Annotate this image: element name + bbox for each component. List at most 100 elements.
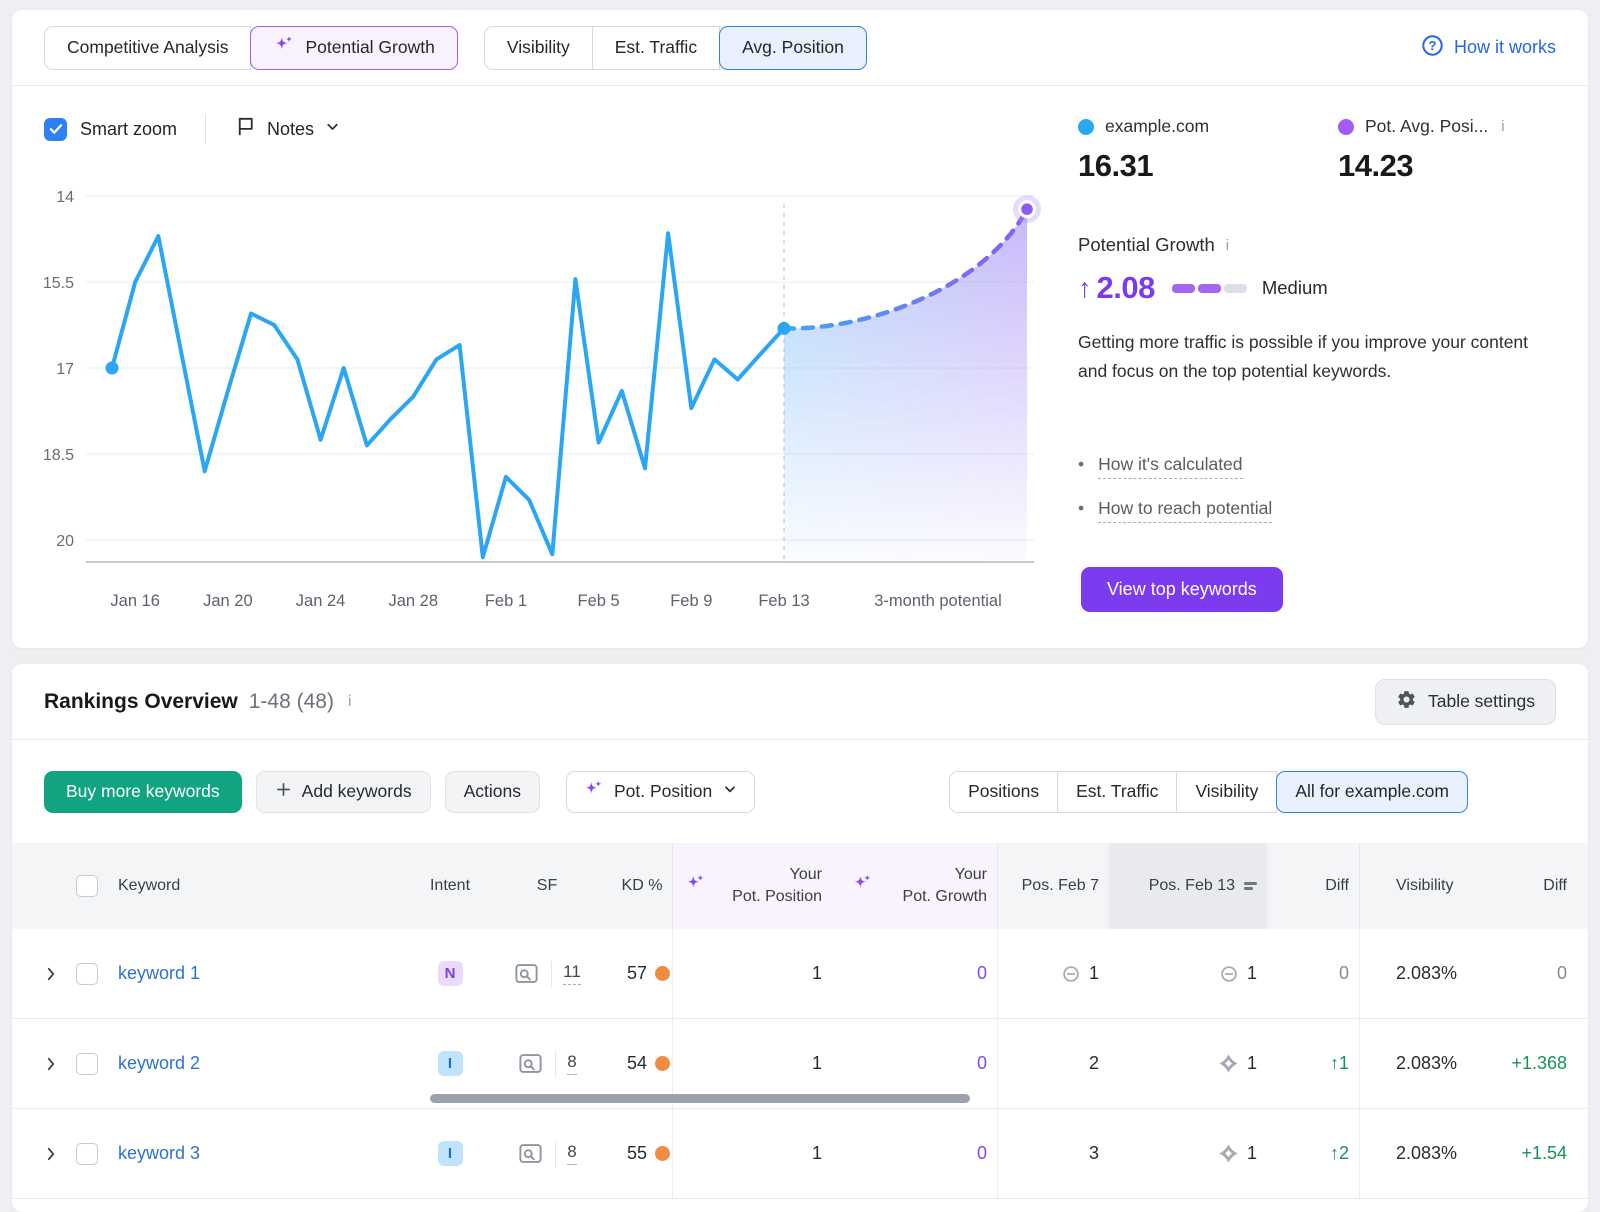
svg-text:14: 14 xyxy=(56,189,74,206)
info-icon[interactable]: i xyxy=(1224,237,1229,254)
kd-level-dot xyxy=(655,1056,670,1071)
info-icon[interactable]: i xyxy=(1499,118,1504,135)
svg-text:3-month potential: 3-month potential xyxy=(874,592,1002,610)
rankings-table: Keyword Intent SF KD % YourPot. Position… xyxy=(12,843,1588,1199)
tab-competitive-analysis[interactable]: Competitive Analysis xyxy=(44,26,251,70)
serp-features-icon[interactable] xyxy=(517,1050,544,1077)
rankings-range: 1-48 (48) xyxy=(249,690,334,714)
row-checkbox[interactable] xyxy=(76,1053,98,1075)
svg-text:Feb 9: Feb 9 xyxy=(670,592,712,610)
add-keywords-button[interactable]: Add keywords xyxy=(256,771,431,813)
growth-level-label: Medium xyxy=(1262,277,1328,299)
gear-icon xyxy=(1396,689,1417,715)
expand-row-icon[interactable] xyxy=(42,965,60,983)
col-pos-feb-13[interactable]: Pos. Feb 13 xyxy=(1109,843,1267,929)
table-settings-button[interactable]: Table settings xyxy=(1375,679,1556,725)
serp-features-count[interactable]: 8 xyxy=(567,1142,576,1165)
metric-switcher: Visibility Est. Traffic Avg. Position xyxy=(484,26,867,70)
rankings-overview-card: Rankings Overview 1-48 (48) i Table sett… xyxy=(12,664,1588,1212)
svg-text:20: 20 xyxy=(56,533,74,550)
rankings-toolbar: Buy more keywords Add keywords Actions P… xyxy=(12,740,1588,843)
serp-features-icon[interactable] xyxy=(513,960,540,987)
col-your-pot-position[interactable]: YourPot. Position xyxy=(672,843,832,929)
diff-cell: 0 xyxy=(1267,929,1359,1018)
arrow-up-icon: ↑ xyxy=(1078,273,1092,304)
col-your-pot-growth[interactable]: YourPot. Growth xyxy=(832,843,997,929)
potential-avg-position-value: 14.23 xyxy=(1338,148,1413,184)
report-switcher: Competitive Analysis Potential Growth xyxy=(44,26,458,70)
keyword-link[interactable]: keyword 2 xyxy=(118,1053,200,1074)
how-it-works-link[interactable]: ? How it works xyxy=(1421,34,1556,62)
kd-value: 57 xyxy=(627,963,647,984)
tab-all-for-example-com[interactable]: All for example.com xyxy=(1276,771,1468,813)
expand-row-icon[interactable] xyxy=(42,1055,60,1073)
tab-visibility[interactable]: Visibility xyxy=(484,26,593,70)
pos-feb7-cell: 3 xyxy=(997,1109,1109,1198)
pot-position-cell: 1 xyxy=(672,929,832,1018)
smart-zoom-checkbox[interactable] xyxy=(44,118,67,141)
buy-more-keywords-button[interactable]: Buy more keywords xyxy=(44,771,242,813)
diff-cell: ↑2 xyxy=(1267,1109,1359,1198)
how-its-calculated-link[interactable]: How it's calculated xyxy=(1098,454,1242,479)
intent-badge[interactable]: N xyxy=(438,961,463,986)
actions-button[interactable]: Actions xyxy=(445,771,540,813)
visibility-cell: 2.083% xyxy=(1359,929,1509,1018)
serp-features-count[interactable]: 11 xyxy=(563,962,581,985)
col-diff[interactable]: Diff xyxy=(1267,843,1359,929)
sparkle-icon xyxy=(685,873,706,899)
svg-text:?: ? xyxy=(1429,37,1437,52)
svg-text:Jan 16: Jan 16 xyxy=(110,592,160,610)
kd-level-dot xyxy=(655,1146,670,1161)
current-avg-position-value: 16.31 xyxy=(1078,148,1153,184)
pos-feb13-cell: 1 xyxy=(1109,1019,1267,1108)
col-pos-feb-7[interactable]: Pos. Feb 7 xyxy=(997,843,1109,929)
tab-potential-growth[interactable]: Potential Growth xyxy=(250,26,457,70)
svg-text:18.5: 18.5 xyxy=(43,447,74,464)
plus-icon xyxy=(275,781,292,803)
pot-position-cell: 1 xyxy=(672,1109,832,1198)
row-checkbox[interactable] xyxy=(76,1143,98,1165)
serp-features-count[interactable]: 8 xyxy=(567,1052,576,1075)
question-circle-icon: ? xyxy=(1421,34,1444,62)
col-intent[interactable]: Intent xyxy=(418,843,482,929)
visibility-diff-cell: +1.368 xyxy=(1509,1019,1577,1108)
tab-positions[interactable]: Positions xyxy=(949,771,1058,813)
info-icon[interactable]: i xyxy=(346,693,352,711)
select-all-checkbox[interactable] xyxy=(76,875,98,897)
legend-pot-avg-position: Pot. Avg. Posi... i xyxy=(1338,116,1505,137)
svg-text:Jan 20: Jan 20 xyxy=(203,592,253,610)
table-view-switcher: Positions Est. Traffic Visibility All fo… xyxy=(949,771,1468,813)
col-visibility[interactable]: Visibility xyxy=(1359,843,1509,929)
chart-controls: Smart zoom Notes xyxy=(44,106,341,152)
pos-feb7-cell: 1 xyxy=(997,929,1109,1018)
col-keyword[interactable]: Keyword xyxy=(118,843,418,929)
svg-text:15.5: 15.5 xyxy=(43,275,74,292)
notes-dropdown[interactable]: Notes xyxy=(234,115,341,143)
growth-level-bar xyxy=(1172,284,1247,293)
col-kd[interactable]: KD % xyxy=(612,843,672,929)
tab-est-traffic[interactable]: Est. Traffic xyxy=(592,26,720,70)
pos-feb13-cell: 1 xyxy=(1109,929,1267,1018)
diamond-icon xyxy=(1217,1052,1240,1075)
tab-est-traffic-table[interactable]: Est. Traffic xyxy=(1057,771,1177,813)
tab-visibility-table[interactable]: Visibility xyxy=(1176,771,1277,813)
col-diff-2[interactable]: Diff xyxy=(1509,843,1577,929)
potential-growth-delta: ↑ 2.08 Medium xyxy=(1078,270,1328,306)
svg-text:Jan 24: Jan 24 xyxy=(296,592,346,610)
keyword-link[interactable]: keyword 1 xyxy=(118,963,200,984)
pot-position-dropdown[interactable]: Pot. Position xyxy=(566,771,755,813)
tab-avg-position[interactable]: Avg. Position xyxy=(719,26,867,70)
visibility-cell: 2.083% xyxy=(1359,1019,1509,1108)
serp-features-icon[interactable] xyxy=(517,1140,544,1167)
expand-row-icon[interactable] xyxy=(42,1145,60,1163)
how-to-reach-potential-link[interactable]: How to reach potential xyxy=(1098,498,1272,523)
horizontal-scrollbar[interactable] xyxy=(430,1094,970,1103)
keyword-link[interactable]: keyword 3 xyxy=(118,1143,200,1164)
link-icon xyxy=(1060,963,1082,985)
intent-badge[interactable]: I xyxy=(438,1141,463,1166)
view-top-keywords-button[interactable]: View top keywords xyxy=(1081,567,1283,612)
avg-position-chart[interactable]: 1415.51718.520Jan 16Jan 20Jan 24Jan 28Fe… xyxy=(22,180,1042,638)
row-checkbox[interactable] xyxy=(76,963,98,985)
col-sf[interactable]: SF xyxy=(482,843,612,929)
intent-badge[interactable]: I xyxy=(438,1051,463,1076)
